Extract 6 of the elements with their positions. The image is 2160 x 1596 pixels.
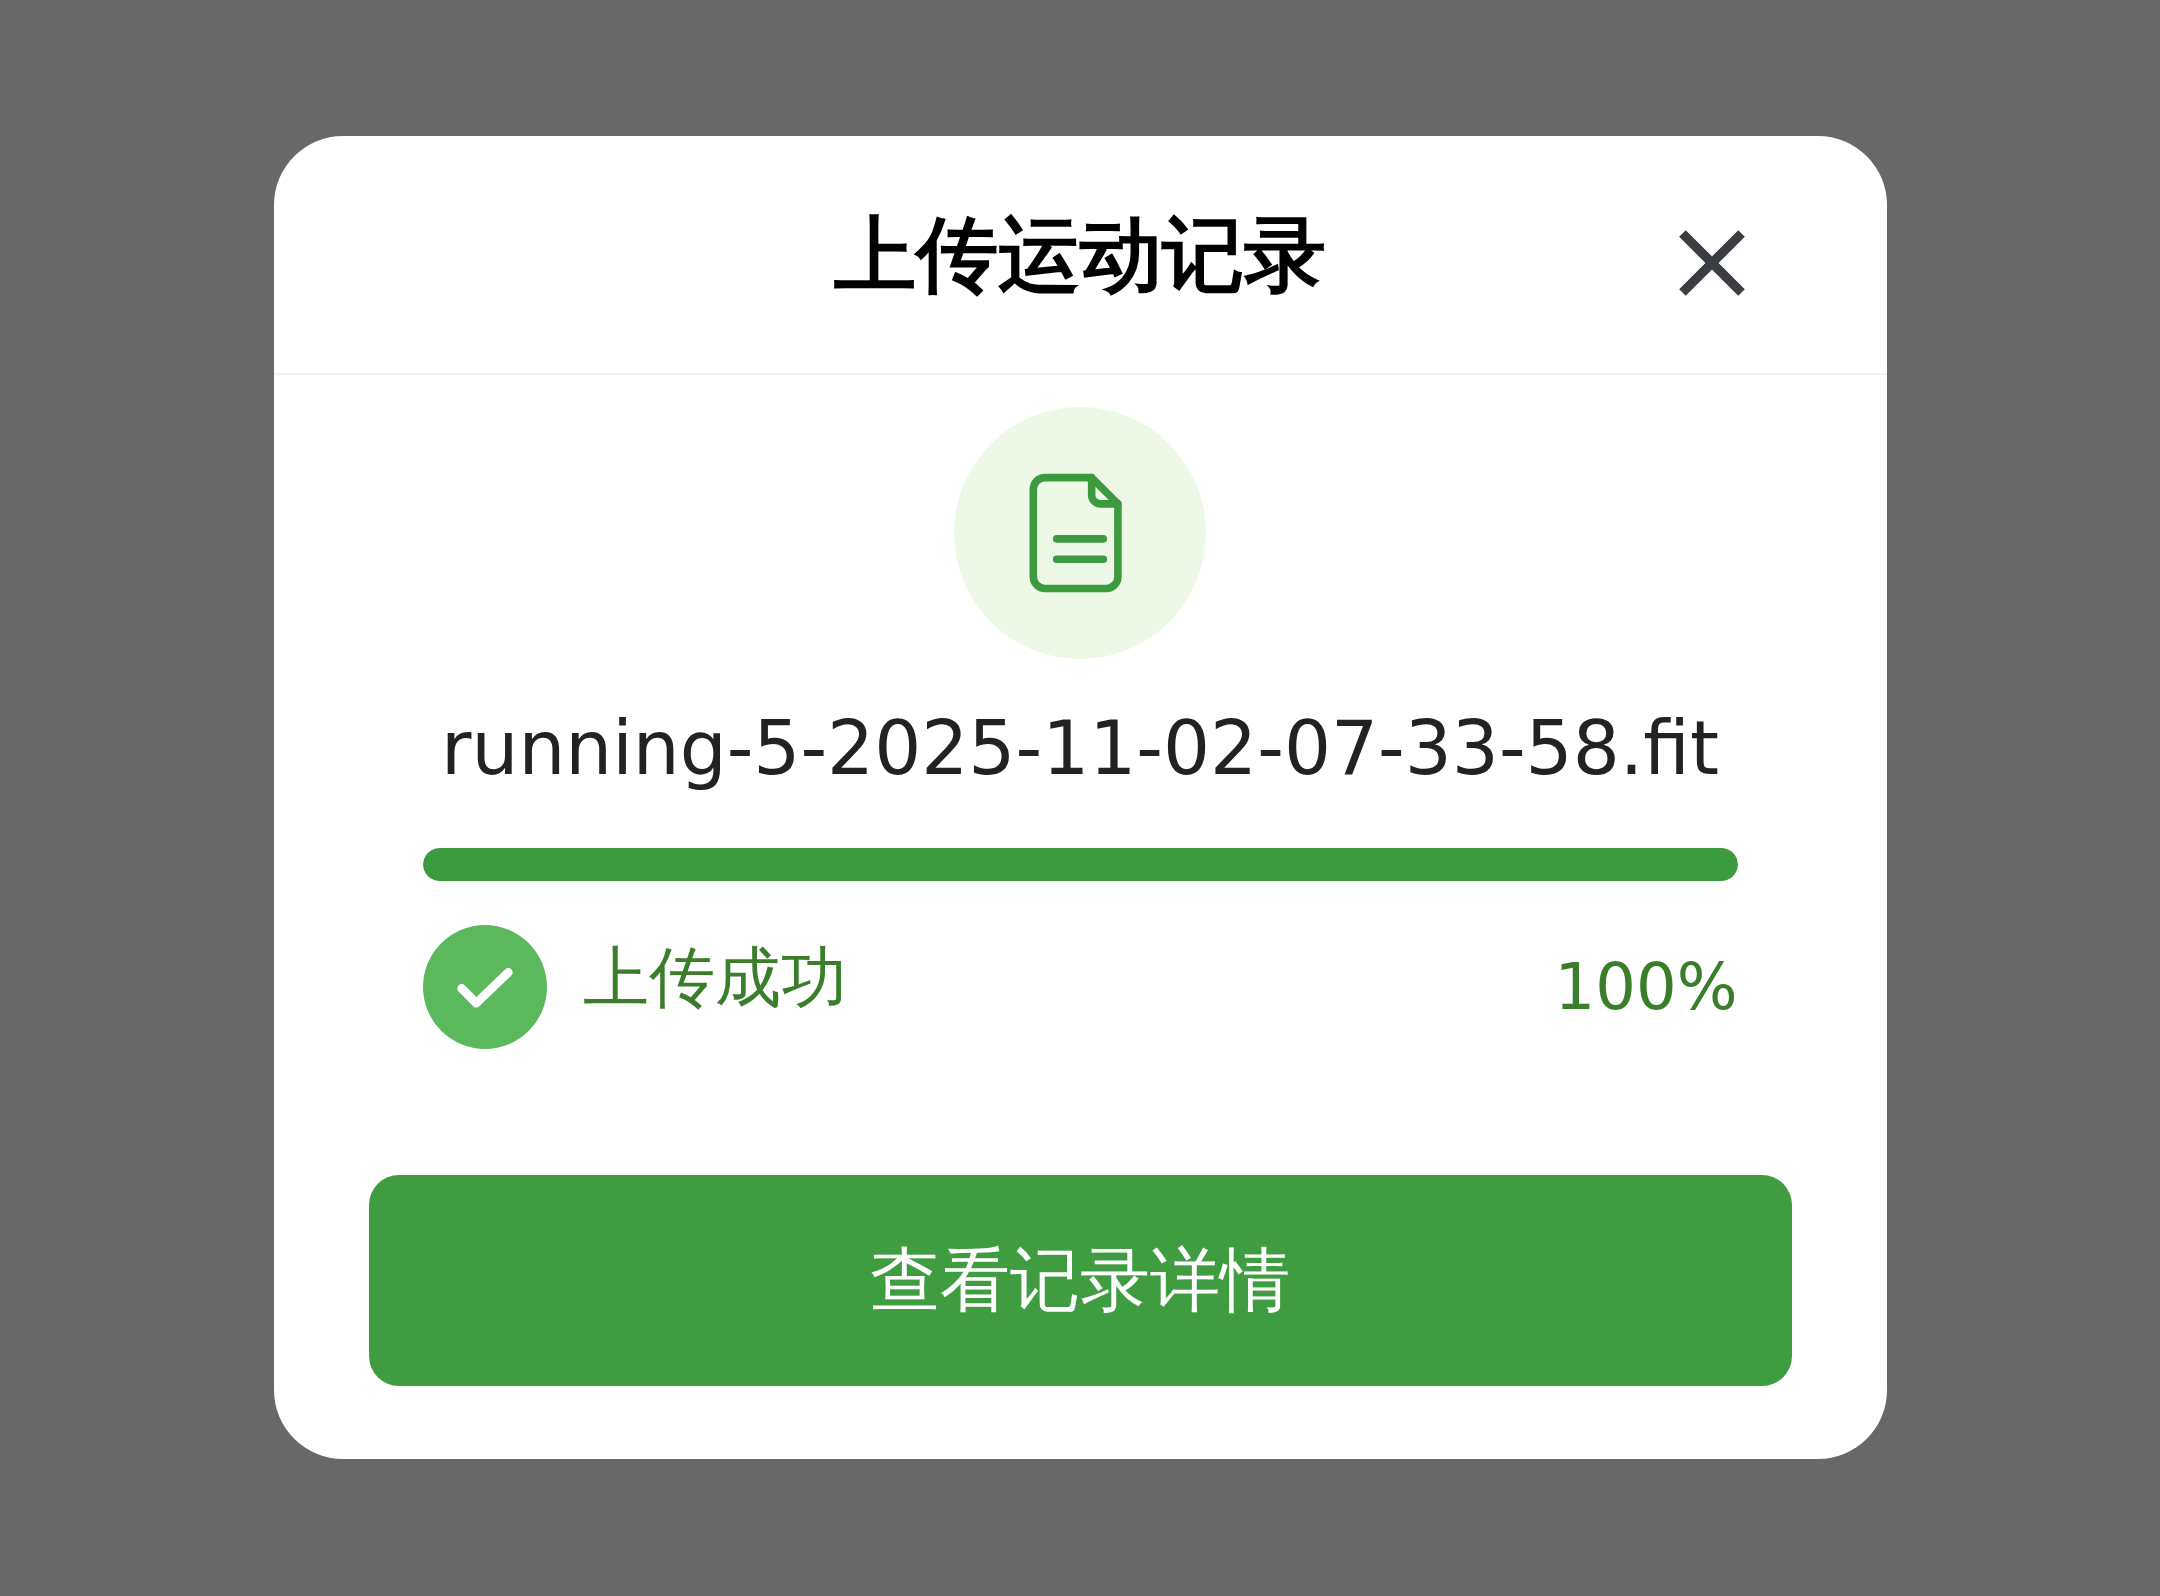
file-name: running-5-2025-11-02-07-33-58.fit bbox=[441, 704, 1719, 793]
dialog-title: 上传运动记录 bbox=[834, 206, 1326, 304]
status-text: 上传成功 bbox=[582, 937, 847, 1018]
progress-percent: 100% bbox=[1554, 949, 1738, 1026]
view-details-button[interactable]: 查看记录详情 bbox=[368, 1175, 1792, 1386]
close-button[interactable] bbox=[1676, 228, 1747, 298]
